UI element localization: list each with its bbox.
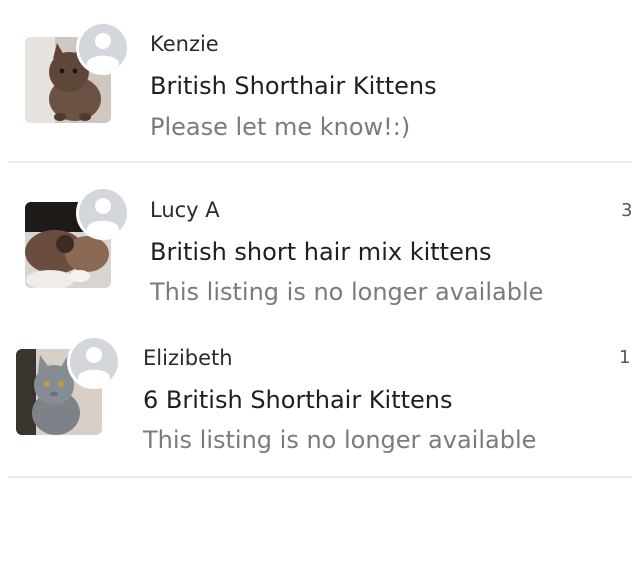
unread-count: 3 <box>621 200 633 221</box>
sender-name: Elizibeth <box>143 346 233 370</box>
conversation-row[interactable]: Elizibeth 6 British Shorthair Kittens Th… <box>0 314 640 478</box>
conversation-list: Kenzie British Shorthair Kittens Please … <box>0 0 640 569</box>
listing-title: British Shorthair Kittens <box>150 72 437 100</box>
default-user-icon <box>87 33 119 72</box>
divider <box>8 476 632 478</box>
default-user-icon <box>87 198 119 237</box>
conversation-row[interactable]: Kenzie British Shorthair Kittens Please … <box>0 0 640 163</box>
sender-name: Kenzie <box>150 32 219 56</box>
last-message: This listing is no longer available <box>150 278 544 306</box>
avatar <box>76 186 130 240</box>
listing-title: 6 British Shorthair Kittens <box>143 386 453 414</box>
last-message: Please let me know!:) <box>150 113 411 141</box>
conversation-row[interactable]: Lucy A British short hair mix kittens Th… <box>0 164 640 314</box>
default-user-icon <box>78 347 110 386</box>
divider <box>8 161 632 163</box>
sender-name: Lucy A <box>150 198 220 222</box>
avatar <box>76 21 130 75</box>
avatar <box>67 335 121 389</box>
last-message: This listing is no longer available <box>143 426 537 454</box>
unread-count: 1 <box>619 347 631 368</box>
listing-title: British short hair mix kittens <box>150 238 492 266</box>
